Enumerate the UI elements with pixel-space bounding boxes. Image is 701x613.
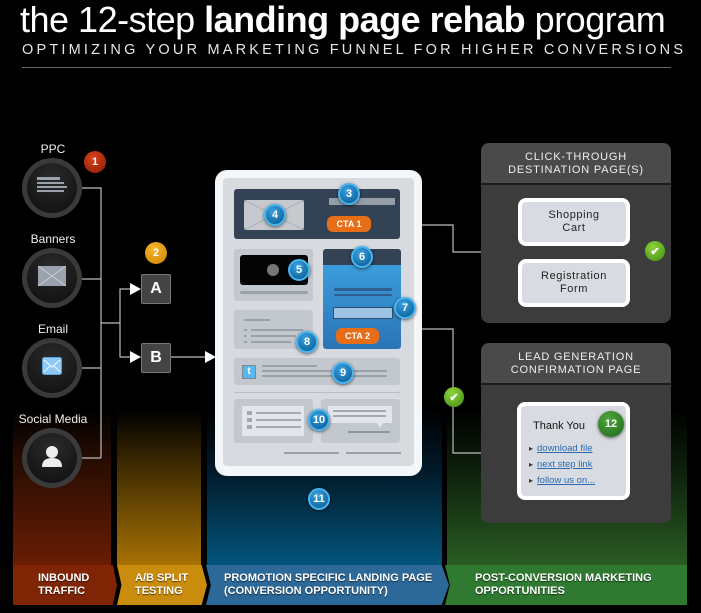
band-inbound-traffic: INBOUND TRAFFIC — [13, 565, 117, 605]
form-text-bar — [334, 288, 392, 291]
checkmark-icon: ✔ — [444, 387, 464, 407]
play-icon — [267, 264, 279, 276]
table-section — [234, 399, 313, 443]
page-title: the 12-step landing page rehab program — [20, 0, 666, 40]
lead-gen-header: LEAD GENERATION CONFIRMATION PAGE — [481, 343, 671, 385]
envelope-icon — [42, 356, 62, 380]
source-label-social: Social Media — [18, 412, 88, 426]
band-label-1: PROMOTION SPECIFIC LANDING PAGE — [224, 572, 433, 584]
click-through-title-1: CLICK-THROUGH — [524, 151, 628, 163]
step-badge-1: 1 — [84, 151, 106, 173]
next-step-link[interactable]: next step link — [529, 459, 592, 470]
step-badge-2: 2 — [145, 242, 167, 264]
cta-1-button[interactable]: CTA 1 — [327, 216, 371, 232]
step-badge-4: 4 — [264, 204, 286, 226]
step-badge-5: 5 — [288, 259, 310, 281]
testimonial-section — [321, 399, 400, 443]
source-label-ppc: PPC — [40, 142, 66, 156]
lead-gen-title-1: LEAD GENERATION — [518, 351, 634, 363]
text-ad-icon — [37, 176, 67, 201]
shopping-cart-label-2: Cart — [562, 222, 586, 234]
band-label-1: POST-CONVERSION MARKETING — [475, 572, 652, 584]
image-placeholder-icon — [37, 265, 67, 291]
click-through-title-2: DESTINATION PAGE(S) — [508, 164, 644, 176]
source-ppc[interactable] — [22, 158, 82, 218]
footer-link-bar — [284, 452, 339, 454]
title-prefix: the 12-step — [20, 0, 205, 40]
source-label-email: Email — [37, 322, 68, 336]
step-badge-7: 7 — [394, 297, 416, 319]
lead-gen-title-2: CONFIRMATION PAGE — [510, 364, 642, 376]
footer-link-bar — [346, 452, 401, 454]
band-promotion-landing-page: PROMOTION SPECIFIC LANDING PAGE (CONVERS… — [206, 565, 449, 605]
video-caption-bar — [240, 291, 308, 294]
shopping-cart-label-1: Shopping — [548, 209, 600, 221]
title-suffix: program — [525, 0, 666, 40]
title-bold: landing page rehab — [204, 0, 526, 40]
band-label-2: OPPORTUNITIES — [475, 585, 565, 597]
arrow-to-b — [130, 351, 141, 363]
band-post-conversion: POST-CONVERSION MARKETING OPPORTUNITIES — [445, 565, 687, 605]
step-badge-6: 6 — [351, 246, 373, 268]
source-banners[interactable] — [22, 248, 82, 308]
step-badge-9: 9 — [332, 362, 354, 384]
band-label-1: INBOUND — [38, 572, 90, 584]
checkmark-icon: ✔ — [645, 241, 665, 261]
band-ab-split-testing: A/B SPLIT TESTING — [117, 565, 207, 605]
source-email[interactable] — [22, 338, 82, 398]
registration-form-label-2: Form — [559, 283, 589, 295]
registration-form-label-1: Registration — [541, 270, 607, 282]
line-to-a — [101, 288, 130, 324]
step-badge-8: 8 — [296, 331, 318, 353]
cta-2-button[interactable]: CTA 2 — [336, 328, 379, 344]
source-label-banners: Banners — [30, 232, 76, 246]
line-to-b — [119, 323, 130, 358]
band-label-2: TRAFFIC — [38, 585, 86, 597]
column-ab-bg — [117, 410, 201, 565]
band-label-1: A/B SPLIT — [135, 572, 189, 584]
person-icon — [41, 444, 63, 473]
variant-a-box[interactable]: A — [141, 274, 171, 304]
arrow-to-a — [130, 283, 141, 295]
step-badge-10: 10 — [308, 409, 330, 431]
band-label-2: TESTING — [135, 585, 183, 597]
follow-us-link[interactable]: follow us on... — [529, 475, 595, 486]
click-through-header: CLICK-THROUGH DESTINATION PAGE(S) — [481, 143, 671, 185]
band-label-2: (CONVERSION OPPORTUNITY) — [224, 585, 388, 597]
source-social-media[interactable] — [22, 428, 82, 488]
variant-b-box[interactable]: B — [141, 343, 171, 373]
registration-form-box[interactable]: Registration Form — [518, 259, 630, 307]
step-badge-3: 3 — [338, 183, 360, 205]
header-divider — [22, 67, 671, 68]
social-share-section: t — [234, 358, 400, 385]
section-divider — [234, 392, 400, 393]
step-badge-11: 11 — [308, 488, 330, 510]
download-file-link[interactable]: download file — [529, 443, 592, 454]
form-text-bar — [334, 294, 392, 296]
shopping-cart-box[interactable]: Shopping Cart — [518, 198, 630, 246]
step-badge-12: 12 — [598, 411, 624, 437]
thank-you-title: Thank You — [533, 420, 585, 432]
page-subtitle: OPTIMIZING YOUR MARKETING FUNNEL FOR HIG… — [22, 42, 687, 58]
form-input-field[interactable] — [333, 307, 393, 319]
